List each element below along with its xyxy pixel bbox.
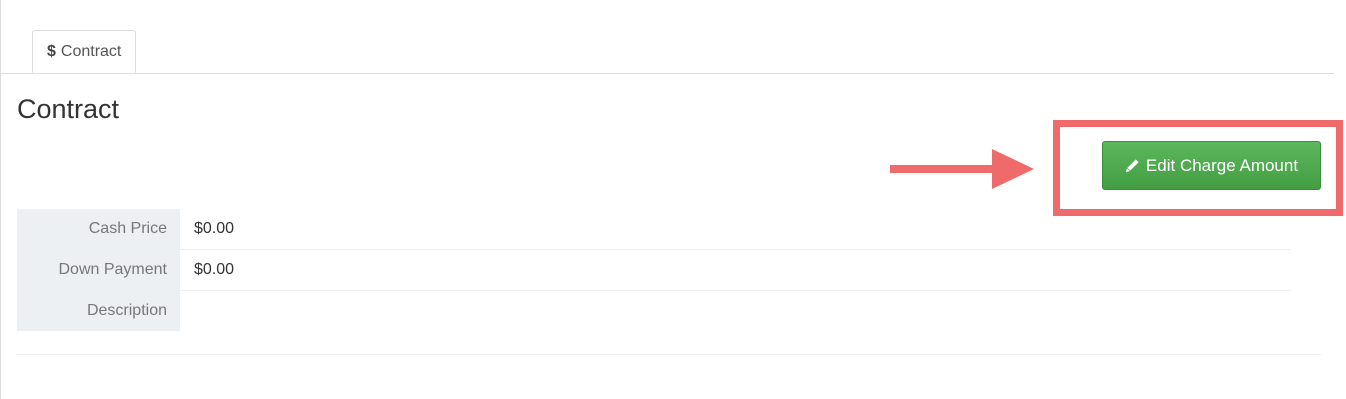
description-label: Description (17, 290, 180, 331)
cash-price-label: Cash Price (17, 209, 180, 250)
table-row: Down Payment $0.00 (17, 249, 1291, 291)
page: $ Contract Contract Edit Charge Amount C… (0, 0, 1346, 399)
contract-details-table: Cash Price $0.00 Down Payment $0.00 Desc… (17, 209, 1291, 331)
edit-charge-amount-button[interactable]: Edit Charge Amount (1102, 141, 1321, 190)
divider (17, 354, 1321, 355)
down-payment-value: $0.00 (180, 249, 1291, 291)
table-row: Description (17, 290, 1291, 332)
tab-contract-label: Contract (60, 42, 122, 60)
table-row: Cash Price $0.00 (17, 209, 1291, 250)
tab-bar: $ Contract (1, 30, 1334, 74)
down-payment-label: Down Payment (17, 249, 180, 291)
page-title: Contract (17, 94, 120, 124)
pencil-icon (1125, 159, 1139, 173)
arrow-annotation (890, 149, 1034, 189)
dollar-icon: $ (47, 42, 56, 60)
description-value (180, 291, 1291, 332)
edit-charge-amount-label: Edit Charge Amount (1145, 155, 1299, 175)
cash-price-value: $0.00 (180, 209, 1291, 250)
tab-contract[interactable]: $ Contract (32, 30, 137, 73)
